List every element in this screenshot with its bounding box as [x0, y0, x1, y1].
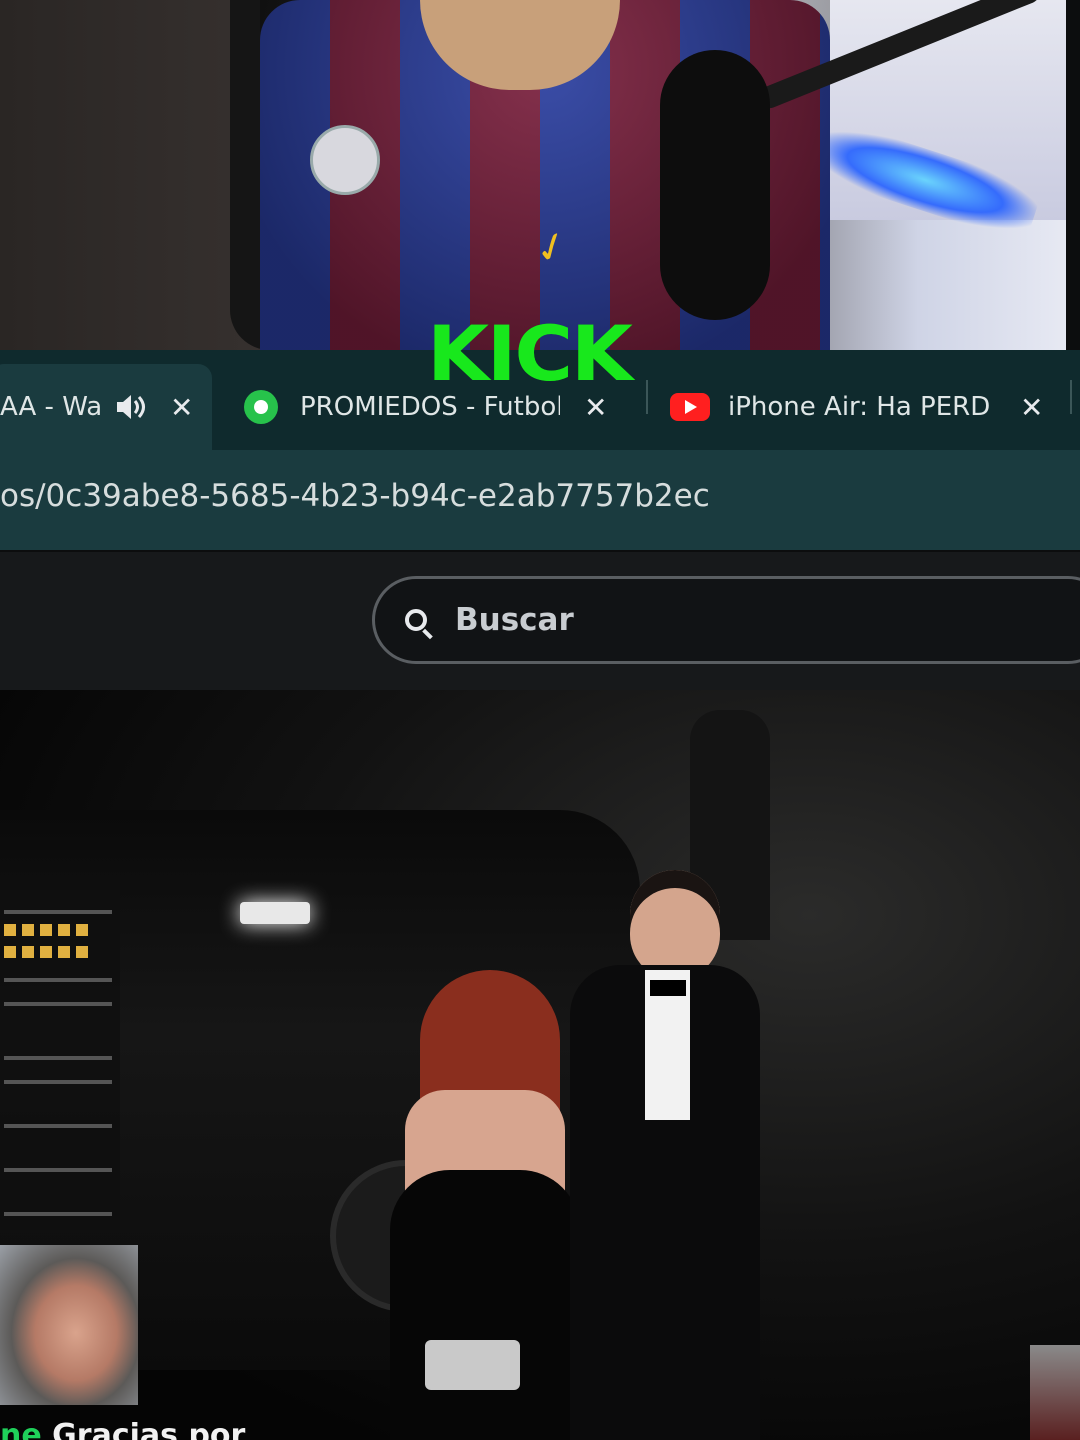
kick-logo: KICK — [427, 309, 633, 398]
search-box[interactable] — [372, 576, 1080, 664]
overlay-line — [4, 1002, 112, 1006]
corner-thumbnail — [1030, 1345, 1080, 1440]
overlay-line — [4, 1080, 112, 1084]
tab-youtube[interactable]: iPhone Air: Ha PERDI ✕ — [670, 364, 1050, 450]
video-player[interactable]: ne Gracias por — [0, 690, 1080, 1440]
caption-text: Gracias por — [41, 1418, 246, 1440]
jersey-badge-icon — [310, 125, 380, 195]
streamer-webcam: ✓ — [0, 0, 1080, 350]
tab-active[interactable]: AA - Wa ✕ — [0, 364, 212, 450]
webcam-border — [1066, 0, 1080, 350]
clutch-bag — [425, 1340, 520, 1390]
microphone — [660, 50, 770, 320]
tab-title: AA - Wa — [0, 392, 103, 422]
address-bar[interactable]: os/0c39abe8-5685-4b23-b94c-e2ab7757b2ec — [0, 450, 1080, 550]
overlay-line — [4, 910, 112, 914]
head — [630, 870, 720, 980]
overlay-dots — [4, 924, 120, 936]
caption-highlight: ne — [0, 1418, 42, 1440]
viewer-facecam — [0, 1245, 138, 1405]
search-icon[interactable] — [405, 609, 427, 631]
speaker-icon[interactable] — [114, 392, 148, 422]
tab-separator — [1070, 380, 1072, 414]
overlay-line — [4, 1056, 112, 1060]
tab-title: iPhone Air: Ha PERDI — [728, 392, 990, 422]
soccer-ball-icon — [244, 390, 278, 424]
black-dress — [390, 1170, 580, 1440]
bow-tie — [650, 980, 686, 996]
youtube-icon — [670, 393, 710, 421]
url-text[interactable]: os/0c39abe8-5685-4b23-b94c-e2ab7757b2ec — [0, 478, 710, 514]
tab-separator — [646, 380, 648, 414]
car-light — [240, 902, 310, 924]
overlay-line — [4, 1168, 112, 1172]
man-figure — [570, 870, 760, 1440]
overlay-line — [4, 978, 112, 982]
overlay-line — [4, 1124, 112, 1128]
close-icon[interactable]: ✕ — [170, 391, 193, 424]
donation-caption: ne Gracias por — [0, 1418, 245, 1440]
overlay-dots — [4, 946, 120, 958]
search-input[interactable] — [453, 601, 1057, 639]
close-icon[interactable]: ✕ — [1020, 391, 1043, 424]
page-header — [0, 552, 1080, 690]
overlay-line — [4, 1212, 112, 1216]
stream-overlay-panel — [0, 890, 120, 1230]
